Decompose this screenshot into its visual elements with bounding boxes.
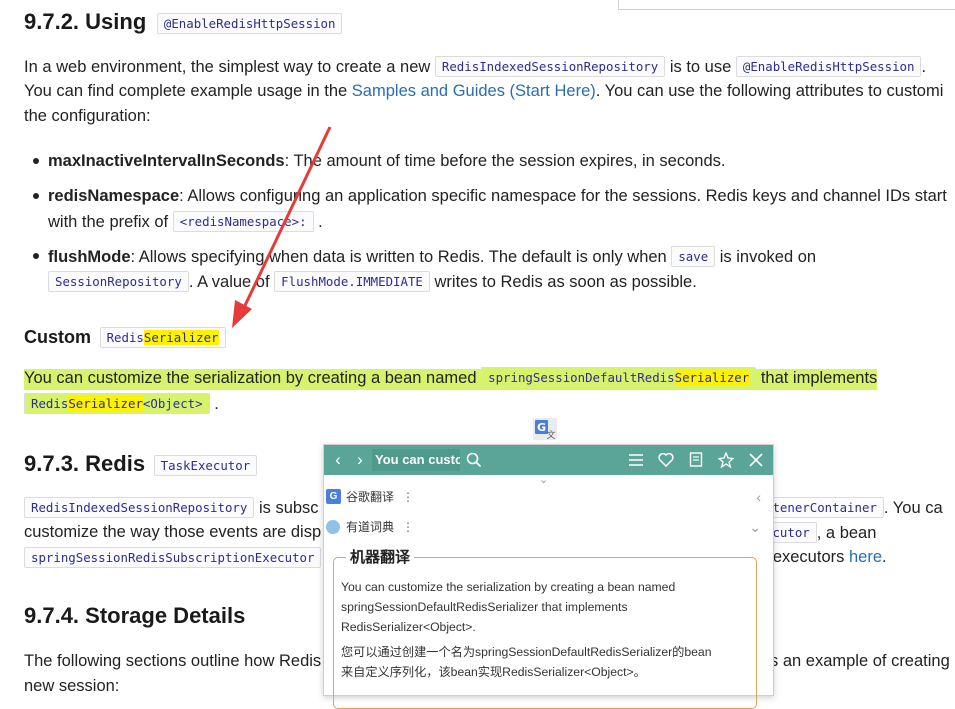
back-icon[interactable]: ‹ (328, 445, 348, 475)
bookmark-icon[interactable] (684, 445, 708, 475)
source-youdao-label: 有道词典 (346, 520, 395, 534)
more-options-icon[interactable]: ⋮ (402, 513, 414, 541)
close-icon[interactable] (744, 445, 768, 475)
pin-icon[interactable] (714, 445, 738, 475)
source-youdao[interactable]: 有道词典 ⋮ ⌄ (324, 513, 773, 541)
popup-toolbar: ‹ › You can custo (324, 445, 773, 475)
chevron-left-icon[interactable]: ‹ (756, 483, 761, 511)
source-google-label: 谷歌翻译 (346, 490, 395, 504)
source-google[interactable]: G 谷歌翻译 ⋮ ‹ (324, 483, 773, 511)
search-icon[interactable] (462, 445, 486, 475)
heart-icon[interactable] (654, 445, 678, 475)
svg-text:G: G (537, 421, 546, 434)
menu-icon[interactable] (624, 445, 648, 475)
google-translate-icon: G (326, 489, 341, 504)
more-options-icon[interactable]: ⋮ (402, 483, 414, 511)
popup-search-input[interactable]: You can custo (372, 449, 460, 471)
forward-icon[interactable]: › (350, 445, 370, 475)
youdao-icon (326, 520, 340, 534)
mt-chinese-line2: 来自定义序列化，该bean实现RedisSerializer<Object>。 (341, 665, 646, 679)
translation-popup: ‹ › You can custo ⌄ G 谷歌翻译 ⋮ ‹ 有道词典 ⋮ ⌄ (323, 444, 774, 709)
machine-translation-title: 机器翻译 (346, 546, 415, 567)
chevron-down-icon[interactable]: ⌄ (749, 513, 761, 541)
mt-english-line1: You can customize the serialization by c… (341, 580, 676, 594)
translate-icon[interactable]: G 文 (533, 418, 557, 441)
mt-english-line3: RedisSerializer<Object>. (341, 620, 476, 634)
svg-text:文: 文 (546, 429, 555, 440)
mt-chinese-line1: 您可以通过创建一个名为springSessionDefaultRedisSeri… (341, 645, 712, 659)
mt-english-line2: springSessionDefaultRedisSerializer that… (341, 600, 628, 614)
